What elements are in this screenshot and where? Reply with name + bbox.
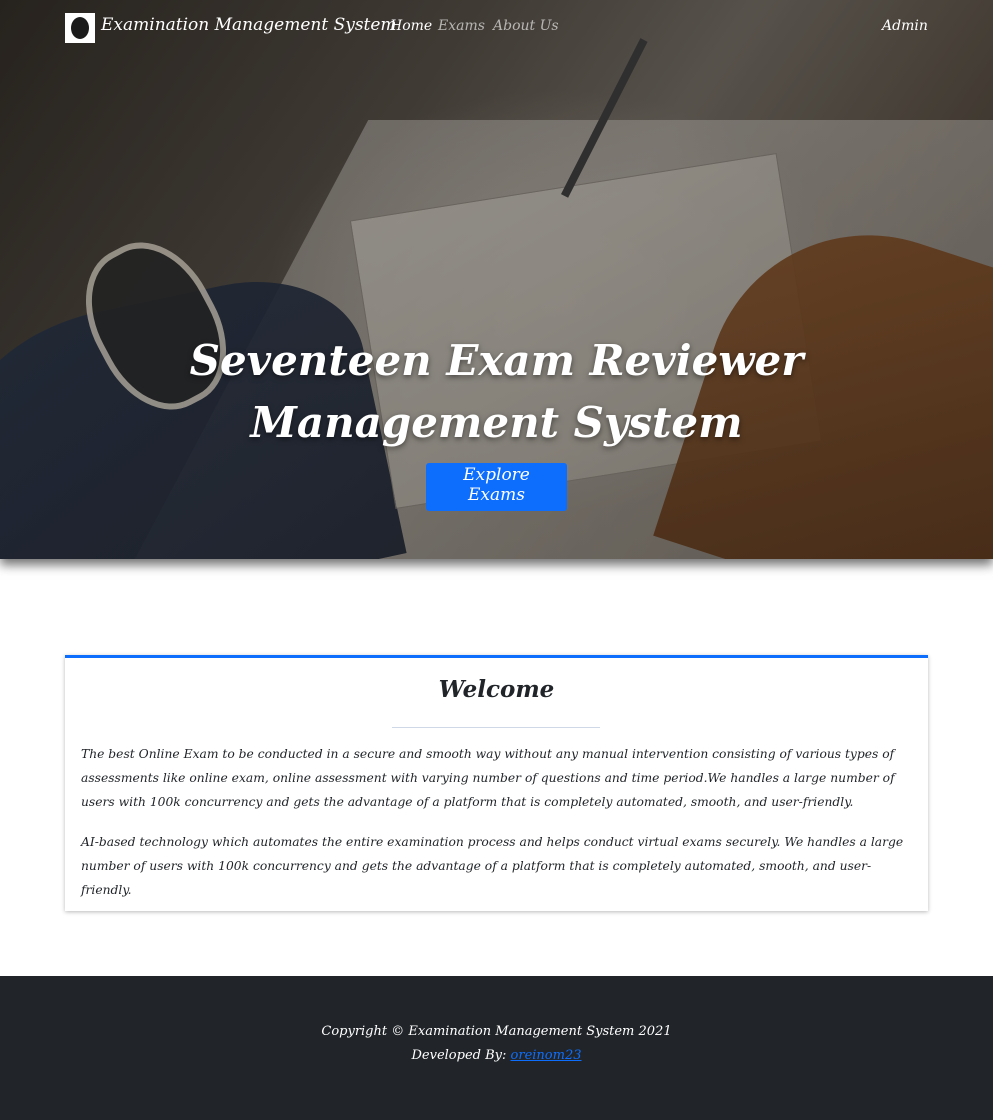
- hero-section: Examination Management System Home Exams…: [0, 0, 993, 559]
- navbar: Examination Management System Home Exams…: [0, 0, 993, 56]
- welcome-title: Welcome: [438, 676, 555, 703]
- nav-about-us[interactable]: About Us: [493, 18, 559, 34]
- footer-copyright: Copyright © Examination Management Syste…: [321, 1024, 672, 1039]
- nav-admin[interactable]: Admin: [882, 18, 928, 34]
- footer-developed-by: Developed By: oreinom23: [0, 1048, 993, 1063]
- school-crest-logo-icon[interactable]: [65, 13, 95, 43]
- nav-home[interactable]: Home: [390, 18, 432, 34]
- title-divider: [392, 727, 600, 728]
- welcome-paragraph: AI-based technology which automates the …: [81, 835, 904, 897]
- developer-link[interactable]: oreinom23: [511, 1048, 582, 1063]
- brand-name[interactable]: Examination Management System: [101, 15, 397, 35]
- footer: Copyright © Examination Management Syste…: [0, 976, 993, 1120]
- nav-exams[interactable]: Exams: [438, 18, 485, 34]
- developed-by-label: Developed By:: [411, 1048, 507, 1063]
- explore-exams-button[interactable]: Explore Exams: [426, 463, 567, 511]
- hero-title: Seventeen Exam Reviewer Management Syste…: [189, 336, 804, 447]
- welcome-paragraph: The best Online Exam to be conducted in …: [81, 747, 895, 809]
- welcome-card: Welcome The best Online Exam to be condu…: [65, 655, 928, 911]
